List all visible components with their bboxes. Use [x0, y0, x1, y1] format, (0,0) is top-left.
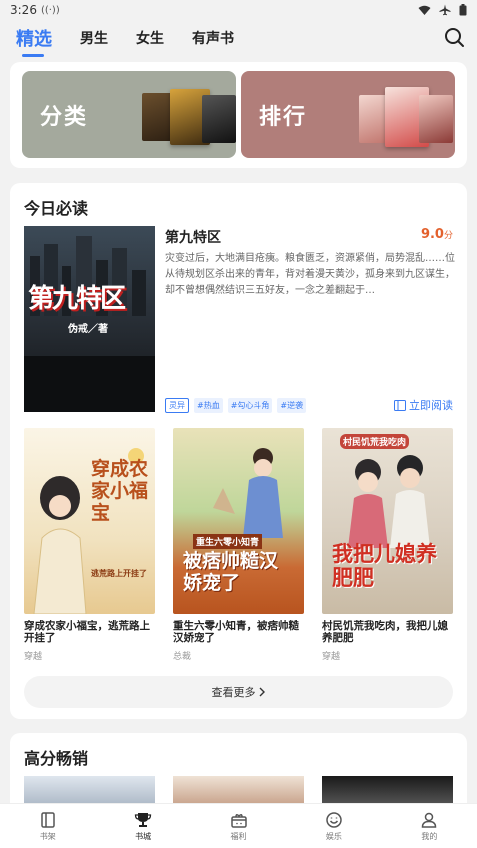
city-skyline-image — [24, 236, 155, 412]
tag[interactable]: #逆袭 — [277, 398, 307, 413]
book-cover-subtitle: 逃荒路上开挂了 — [91, 568, 147, 578]
hero-score-unit: 分 — [443, 231, 453, 241]
book-cover[interactable]: 穿成农家小福宝 逃荒路上开挂了 — [24, 428, 155, 614]
category-banner-label: 分类 — [40, 105, 89, 130]
hero-cover-title: 第九特区 — [28, 284, 126, 314]
book-cover-subtitle: 村民饥荒我吃肉 — [340, 434, 410, 449]
book-genre: 穿越 — [322, 652, 341, 662]
nav-entertainment[interactable]: 娱乐 — [286, 804, 381, 848]
tag[interactable]: #勾心斗角 — [227, 398, 273, 413]
tag[interactable]: #热血 — [194, 398, 223, 413]
banner-card: 分类 排行 — [10, 62, 467, 168]
tab-male[interactable]: 男生 — [80, 28, 108, 48]
nav-bookshelf-label: 书架 — [39, 831, 56, 841]
book-cover-subtitle: 重生六零小知青 — [193, 534, 263, 549]
wifi-icon — [418, 5, 431, 15]
status-bar: 3:26 ((·)) — [0, 0, 477, 20]
section-title: 高分畅销 — [24, 749, 89, 768]
book-item[interactable]: 穿成农家小福宝 逃荒路上开挂了 穿成农家小福宝，逃荒路上开挂了 穿越 — [24, 428, 155, 662]
nav-welfare-label: 福利 — [230, 831, 247, 841]
hero-score-value: 9.0 — [420, 227, 444, 242]
ranking-banner-label: 排行 — [259, 105, 308, 130]
book-genre: 穿越 — [24, 652, 43, 662]
book-cover[interactable]: 村民饥荒我吃肉 我把儿媳养肥肥 — [322, 428, 453, 614]
book-open-icon — [394, 399, 406, 411]
book-cover-title: 穿成农家小福宝 — [91, 458, 149, 524]
read-now-label: 立即阅读 — [409, 399, 453, 412]
hero-description: 灾变过后，大地满目疮痍。粮食匮乏，资源紧俏，局势混乱……位从待规划区杀出来的青年… — [165, 253, 455, 296]
bookshelf-icon — [40, 811, 55, 828]
nav-bookstore[interactable]: 书城 — [95, 804, 190, 848]
view-more-button[interactable]: 查看更多 — [24, 676, 453, 708]
book-title: 重生六零小知青，被痞帅糙汉娇宠了 — [173, 620, 299, 644]
tag-category[interactable]: 灵异 — [165, 398, 189, 413]
trophy-icon — [134, 812, 152, 827]
book-genre: 总裁 — [173, 652, 192, 662]
nav-bookshelf[interactable]: 书架 — [0, 804, 95, 848]
book-cover[interactable]: 重生六零小知青 被痞帅糙汉娇宠了 — [173, 428, 304, 614]
hero-book-cover[interactable]: 第九特区 伪戒／著 — [24, 226, 155, 412]
tab-female[interactable]: 女生 — [136, 28, 164, 48]
hero-tags: 灵异 #热血 #勾心斗角 #逆袭 — [165, 398, 307, 413]
category-banner[interactable]: 分类 — [22, 71, 236, 158]
nav-welfare[interactable]: 福利 — [191, 804, 286, 848]
top-nav: 精选 男生 女生 有声书 — [0, 20, 477, 57]
gift-icon — [230, 813, 247, 828]
banner-book-image — [202, 95, 236, 143]
nav-entertainment-label: 娱乐 — [325, 831, 342, 841]
nav-profile[interactable]: 我的 — [382, 804, 477, 848]
book-cover-title: 我把儿媳养肥肥 — [332, 541, 437, 590]
view-more-label: 查看更多 — [211, 686, 256, 699]
user-icon — [422, 812, 437, 828]
bottom-nav: 书架 书城 福利 娱乐 我的 — [0, 803, 477, 848]
status-icons — [418, 4, 467, 16]
book-title: 穿成农家小福宝，逃荒路上开挂了 — [24, 620, 150, 644]
section-title: 今日必读 — [24, 199, 89, 218]
battery-icon — [459, 4, 467, 16]
signal-icon: ((·)) — [40, 4, 60, 16]
hero-book-title[interactable]: 第九特区 — [165, 227, 221, 247]
hero-score: 9.0分 — [421, 227, 453, 242]
ranking-banner[interactable]: 排行 — [241, 71, 455, 158]
tab-featured[interactable]: 精选 — [16, 25, 52, 57]
tab-audiobook[interactable]: 有声书 — [192, 28, 234, 48]
airplane-icon — [439, 4, 451, 16]
search-icon[interactable] — [443, 26, 465, 48]
book-item[interactable]: 重生六零小知青 被痞帅糙汉娇宠了 重生六零小知青，被痞帅糙汉娇宠了 总裁 — [173, 428, 304, 662]
chevron-right-icon — [259, 687, 265, 697]
book-item[interactable]: 村民饥荒我吃肉 我把儿媳养肥肥 村民饥荒我吃肉，我把儿媳养肥肥 穿越 — [322, 428, 453, 662]
nav-profile-label: 我的 — [421, 831, 438, 841]
nav-bookstore-label: 书城 — [135, 831, 152, 841]
hero-cover-author: 伪戒／著 — [68, 324, 108, 335]
banner-book-image — [419, 95, 453, 143]
today-section: 今日必读 第九特区 伪戒／著 第九特区 9.0分 灾变过后，大地满目疮痍。粮食匮… — [10, 183, 467, 719]
clock: 3:26 — [10, 3, 37, 17]
read-now-button[interactable]: 立即阅读 — [394, 397, 453, 413]
smile-icon — [326, 811, 342, 828]
book-title: 村民饥荒我吃肉，我把儿媳养肥肥 — [322, 620, 448, 644]
book-cover-title: 被痞帅糙汉娇宠了 — [183, 550, 279, 594]
